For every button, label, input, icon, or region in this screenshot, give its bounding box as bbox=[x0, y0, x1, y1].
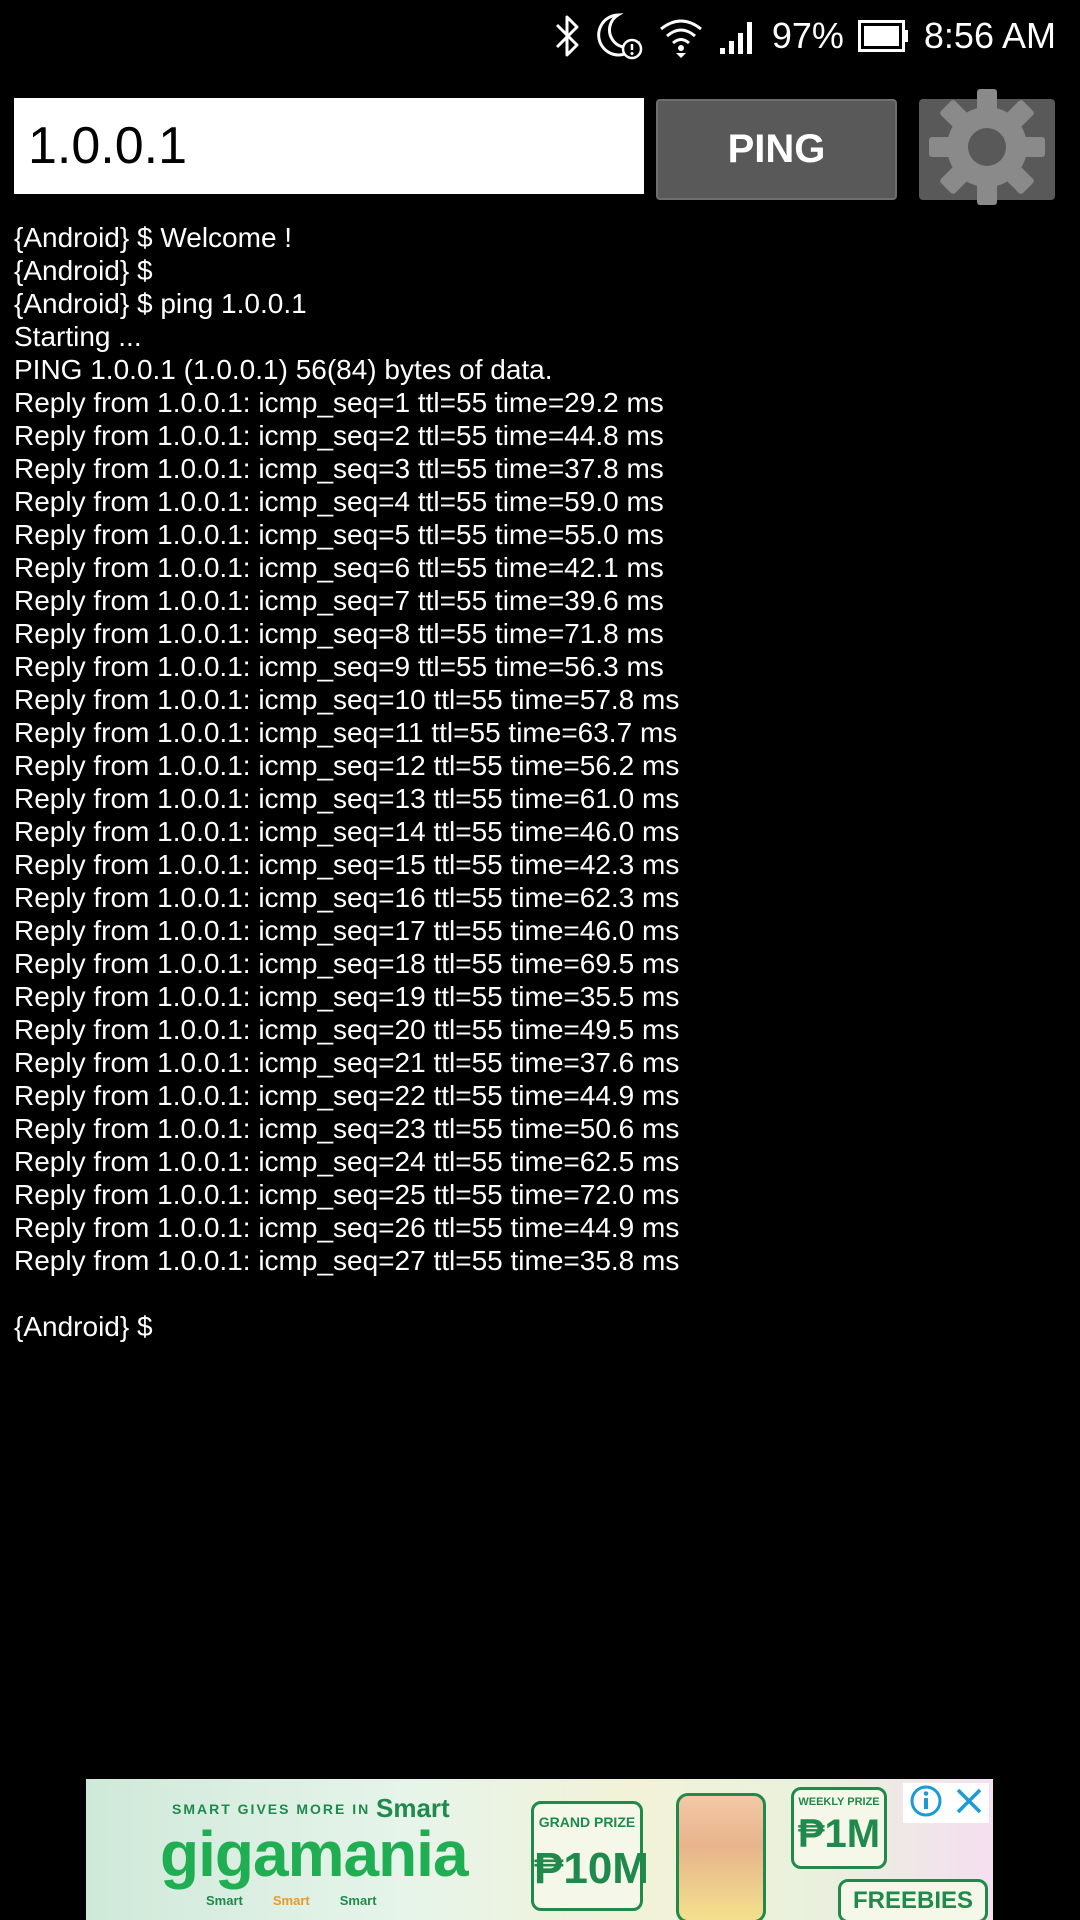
ad-sub-brand: Smart bbox=[272, 1893, 310, 1908]
console-line: {Android} $ bbox=[14, 255, 153, 286]
console-line: Reply from 1.0.0.1: icmp_seq=11 ttl=55 t… bbox=[14, 717, 678, 748]
console-line: Reply from 1.0.0.1: icmp_seq=10 ttl=55 t… bbox=[14, 684, 680, 715]
console-line: Reply from 1.0.0.1: icmp_seq=20 ttl=55 t… bbox=[14, 1014, 680, 1045]
ad-weekly-amount: ₱1M bbox=[797, 1812, 881, 1856]
ad-weekly-label: WEEKLY PRIZE bbox=[798, 1796, 880, 1808]
bluetooth-icon bbox=[552, 13, 582, 59]
console-line: Reply from 1.0.0.1: icmp_seq=23 ttl=55 t… bbox=[14, 1113, 680, 1144]
console-line: {Android} $ bbox=[14, 1311, 153, 1342]
console-line: {Android} $ ping 1.0.0.1 bbox=[14, 288, 307, 319]
ad-freebies: FREEBIES bbox=[838, 1879, 988, 1920]
ad-info-icon[interactable] bbox=[909, 1784, 943, 1823]
console-line: Reply from 1.0.0.1: icmp_seq=9 ttl=55 ti… bbox=[14, 651, 664, 682]
console-line: Reply from 1.0.0.1: icmp_seq=19 ttl=55 t… bbox=[14, 981, 680, 1012]
console-line: Reply from 1.0.0.1: icmp_seq=25 ttl=55 t… bbox=[14, 1179, 680, 1210]
ad-choices[interactable] bbox=[903, 1783, 989, 1823]
console-line: Starting ... bbox=[14, 321, 142, 352]
console-line: Reply from 1.0.0.1: icmp_seq=22 ttl=55 t… bbox=[14, 1080, 680, 1111]
status-icons: 97% 8:56 AM bbox=[552, 10, 1056, 62]
ad-grand-prize: GRAND PRIZE ₱10M bbox=[531, 1801, 649, 1911]
console-line: PING 1.0.0.1 (1.0.0.1) 56(84) bytes of d… bbox=[14, 354, 553, 385]
console-line: Reply from 1.0.0.1: icmp_seq=27 ttl=55 t… bbox=[14, 1245, 680, 1276]
battery-icon bbox=[857, 20, 910, 52]
console-line: Reply from 1.0.0.1: icmp_seq=18 ttl=55 t… bbox=[14, 948, 680, 979]
gear-icon bbox=[925, 88, 1049, 209]
console-line: Reply from 1.0.0.1: icmp_seq=17 ttl=55 t… bbox=[14, 915, 680, 946]
ad-grand-prize-label: GRAND PRIZE bbox=[538, 1814, 636, 1830]
console-line: Reply from 1.0.0.1: icmp_seq=15 ttl=55 t… bbox=[14, 849, 680, 880]
console-line: Reply from 1.0.0.1: icmp_seq=6 ttl=55 ti… bbox=[14, 552, 664, 583]
console-line: Reply from 1.0.0.1: icmp_seq=16 ttl=55 t… bbox=[14, 882, 680, 913]
ad-tagline: SMART GIVES MORE IN bbox=[172, 1801, 371, 1817]
ad-close-icon[interactable] bbox=[954, 1786, 984, 1821]
clock: 8:56 AM bbox=[923, 15, 1056, 56]
host-input[interactable] bbox=[14, 98, 644, 194]
ad-grand-prize-amount: ₱10M bbox=[534, 1844, 649, 1893]
console-line: Reply from 1.0.0.1: icmp_seq=14 ttl=55 t… bbox=[14, 816, 680, 847]
console-line: Reply from 1.0.0.1: icmp_seq=21 ttl=55 t… bbox=[14, 1047, 680, 1078]
console-line: Reply from 1.0.0.1: icmp_seq=26 ttl=55 t… bbox=[14, 1212, 680, 1243]
ad-weekly-prize: WEEKLY PRIZE ₱1M bbox=[791, 1787, 887, 1869]
console-line: Reply from 1.0.0.1: icmp_seq=4 ttl=55 ti… bbox=[14, 486, 664, 517]
cellular-signal-icon bbox=[718, 16, 758, 56]
console-line: Reply from 1.0.0.1: icmp_seq=5 ttl=55 ti… bbox=[14, 519, 664, 550]
console-output: {Android} $ Welcome ! {Android} $ {Android… bbox=[14, 221, 1064, 1343]
console-line: Reply from 1.0.0.1: icmp_seq=8 ttl=55 ti… bbox=[14, 618, 664, 649]
ad-banner[interactable]: SMART GIVES MORE IN Smart gigamania Smar… bbox=[86, 1779, 993, 1920]
ping-button[interactable]: PING bbox=[656, 99, 897, 200]
console-line: {Android} $ Welcome ! bbox=[14, 222, 293, 253]
console-line: Reply from 1.0.0.1: icmp_seq=2 ttl=55 ti… bbox=[14, 420, 664, 451]
console-line: Reply from 1.0.0.1: icmp_seq=12 ttl=55 t… bbox=[14, 750, 680, 781]
wifi-icon bbox=[658, 13, 704, 59]
console-line: Reply from 1.0.0.1: icmp_seq=24 ttl=55 t… bbox=[14, 1146, 680, 1177]
ad-person-image bbox=[676, 1793, 766, 1920]
ad-sub-brands: Smart Smart Smart bbox=[206, 1893, 377, 1908]
console-line: Reply from 1.0.0.1: icmp_seq=1 ttl=55 ti… bbox=[14, 387, 664, 418]
console-line: Reply from 1.0.0.1: icmp_seq=7 ttl=55 ti… bbox=[14, 585, 664, 616]
ad-sub-brand: Smart bbox=[206, 1893, 243, 1908]
status-bar: 97% 8:56 AM bbox=[0, 0, 1080, 72]
battery-percent: 97% bbox=[771, 15, 844, 56]
ad-sub-brand: Smart bbox=[339, 1893, 377, 1908]
console-line: Reply from 1.0.0.1: icmp_seq=13 ttl=55 t… bbox=[14, 783, 680, 814]
ad-title: gigamania bbox=[160, 1818, 469, 1890]
do-not-disturb-icon bbox=[596, 11, 644, 61]
console-line: Reply from 1.0.0.1: icmp_seq=3 ttl=55 ti… bbox=[14, 453, 664, 484]
settings-button[interactable] bbox=[919, 88, 1055, 205]
